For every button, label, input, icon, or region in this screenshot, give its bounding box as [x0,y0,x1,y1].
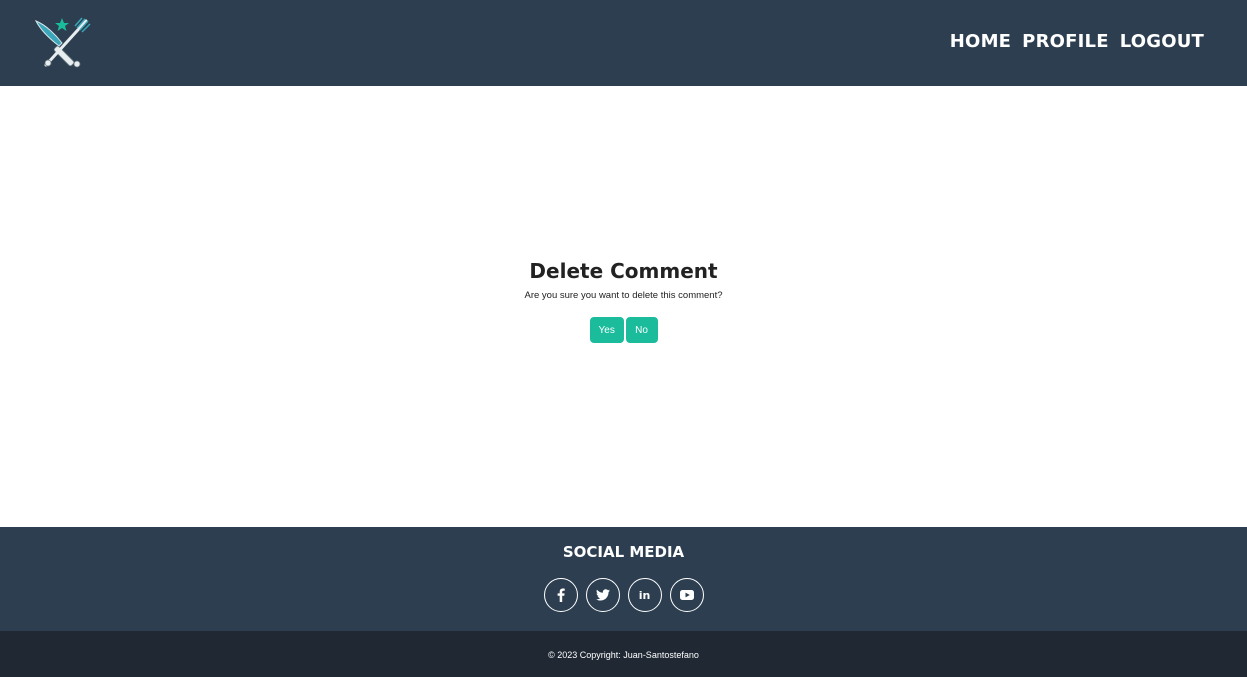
dialog-title: Delete Comment [529,259,718,283]
social-links: in [0,578,1247,612]
nav-logout-link[interactable]: LOGOUT [1120,30,1204,54]
twitter-button[interactable] [585,578,620,612]
dialog-buttons: Yes No [0,317,1247,343]
copyright-bar: © 2023 Copyright: Juan-Santostefano [0,631,1247,677]
no-button[interactable]: No [625,317,658,343]
nav-profile-link[interactable]: PROFILE [1022,30,1109,54]
linkedin-icon: in [638,588,651,602]
nav-links: HOME PROFILE LOGOUT [950,30,1204,54]
youtube-icon [679,590,694,600]
nav-home-link[interactable]: HOME [950,30,1011,54]
dialog-message: Are you sure you want to delete this com… [524,290,723,301]
facebook-button[interactable] [543,578,578,612]
youtube-button[interactable] [669,578,704,612]
main-content: Delete Comment Are you sure you want to … [0,86,1247,527]
delete-comment-dialog: Delete Comment Are you sure you want to … [0,258,1247,343]
crossed-knife-fork-logo-icon[interactable] [32,15,92,71]
navbar: HOME PROFILE LOGOUT [0,0,1247,86]
yes-button[interactable]: Yes [589,317,624,343]
footer: SOCIAL MEDIA in [0,527,1247,631]
footer-title: SOCIAL MEDIA [562,543,685,561]
twitter-icon [595,589,610,601]
linkedin-button[interactable]: in [627,578,662,612]
facebook-icon [557,588,565,602]
copyright-text: © 2023 Copyright: Juan-Santostefano [548,650,699,660]
